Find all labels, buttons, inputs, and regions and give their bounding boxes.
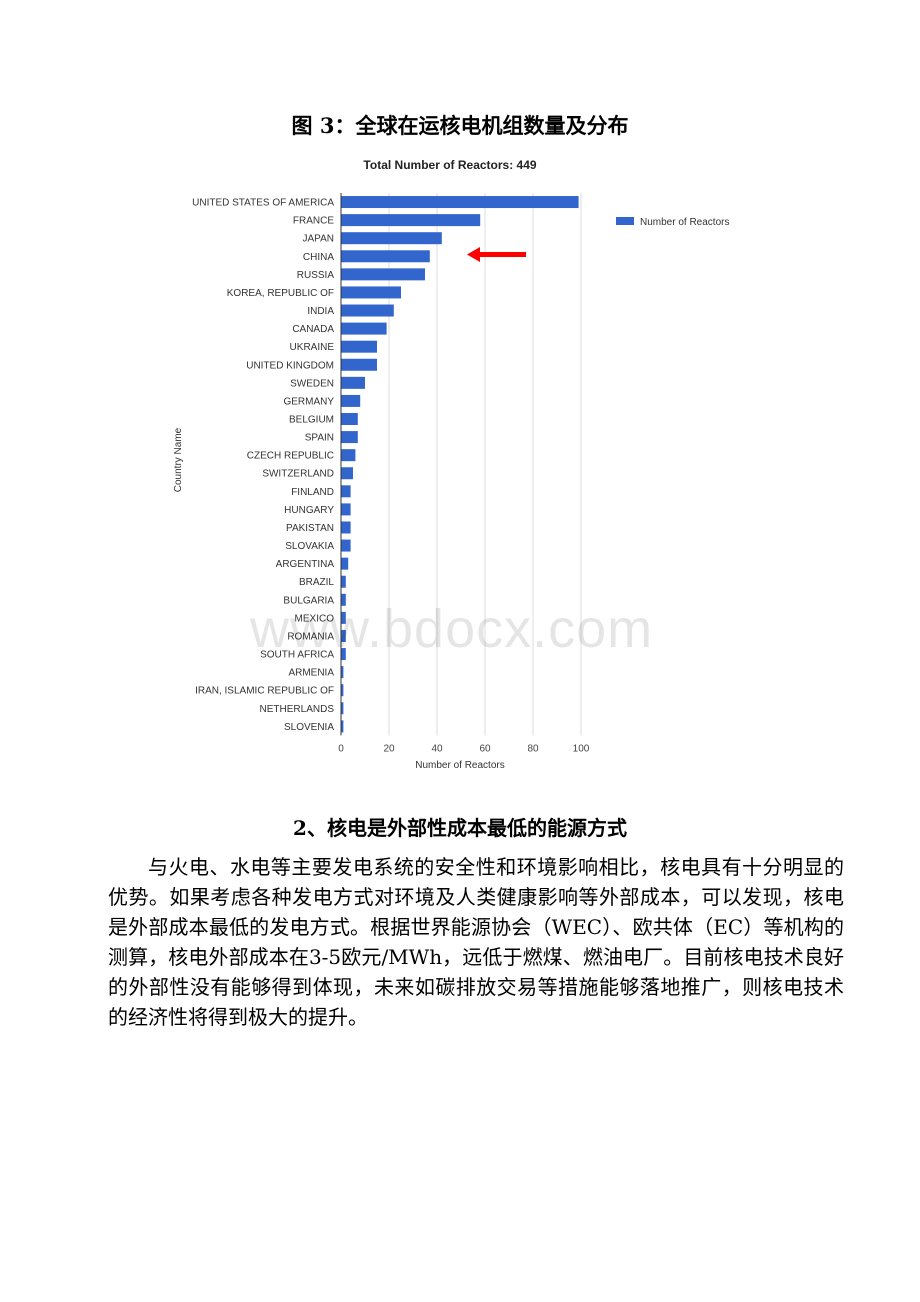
category-labels: UNITED STATES OF AMERICA FRANCE JAPAN CHINA…	[192, 198, 334, 733]
category-label: CHINA	[303, 252, 334, 263]
arrow-shaft	[475, 252, 526, 257]
category-label: BULGARIA	[283, 595, 334, 606]
category-label: SWITZERLAND	[262, 469, 334, 480]
x-tick-labels: 0 20 40 60 80 100	[338, 743, 590, 754]
figure-caption: 图 3：全球在运核电机组数量及分布	[291, 113, 629, 138]
category-label: CZECH REPUBLIC	[247, 451, 334, 462]
bar	[341, 539, 351, 552]
bar	[341, 358, 377, 371]
bar	[341, 503, 351, 516]
bar	[341, 485, 351, 498]
x-axis-title: Number of Reactors	[415, 760, 504, 771]
bar	[341, 394, 361, 407]
category-label: NETHERLANDS	[260, 704, 335, 715]
category-label: IRAN, ISLAMIC REPUBLIC OF	[195, 686, 334, 697]
category-label: SWEDEN	[290, 378, 334, 389]
bars	[341, 196, 579, 733]
category-label: FRANCE	[293, 216, 334, 227]
bar	[341, 196, 579, 209]
legend: Number of Reactors	[616, 217, 729, 228]
bar	[341, 322, 387, 335]
bar	[341, 413, 358, 425]
bar	[341, 629, 346, 642]
category-label: CANADA	[292, 324, 334, 335]
arrow-head	[467, 247, 480, 262]
x-tick-label: 80	[527, 743, 539, 754]
legend-swatch	[616, 217, 634, 225]
reactor-bar-chart: Total Number of Reactors: 449 UNITED STA…	[173, 158, 729, 771]
x-tick-label: 100	[573, 743, 590, 754]
bar	[341, 268, 425, 281]
category-label: HUNGARY	[284, 505, 334, 516]
category-label: GERMANY	[283, 396, 334, 407]
category-label: UNITED STATES OF AMERICA	[192, 198, 334, 209]
bar	[341, 304, 394, 317]
y-axis-title: Country Name	[173, 427, 184, 492]
category-label: SPAIN	[305, 433, 334, 444]
bar	[341, 611, 346, 624]
category-label: FINLAND	[291, 487, 334, 498]
red-arrow-annotation	[467, 247, 526, 262]
category-label: ARMENIA	[288, 668, 334, 679]
bar	[341, 449, 356, 462]
category-label: ARGENTINA	[276, 559, 335, 570]
bar	[341, 376, 365, 389]
category-label: ROMANIA	[287, 631, 334, 642]
category-label: SOUTH AFRICA	[260, 650, 334, 661]
category-label: KOREA, REPUBLIC OF	[227, 288, 334, 299]
bar	[341, 467, 353, 480]
category-label: JAPAN	[303, 234, 335, 245]
bar	[341, 521, 351, 534]
category-label: UNITED KINGDOM	[246, 360, 334, 371]
bar	[341, 648, 346, 661]
category-label: SLOVENIA	[284, 722, 334, 733]
body-paragraph: 与火电、水电等主要发电系统的安全性和环境影响相比，核电具有十分明显的优势。如果考…	[108, 855, 844, 1029]
x-tick-label: 60	[479, 743, 491, 754]
bar	[341, 340, 377, 353]
category-label: MEXICO	[295, 613, 335, 624]
category-label: INDIA	[307, 306, 334, 317]
bar	[341, 593, 346, 606]
chart-title: Total Number of Reactors: 449	[363, 158, 536, 172]
category-label: BRAZIL	[299, 577, 334, 588]
x-tick-label: 40	[431, 743, 443, 754]
bar	[341, 557, 349, 570]
legend-label: Number of Reactors	[640, 217, 729, 228]
category-label: PAKISTAN	[286, 523, 334, 534]
bar	[341, 214, 481, 227]
bar	[341, 286, 401, 299]
bar	[341, 250, 430, 263]
x-tick-label: 20	[383, 743, 395, 754]
bar	[341, 431, 358, 444]
x-tick-label: 0	[338, 743, 344, 754]
category-label: BELGIUM	[289, 415, 334, 426]
section-heading: 2、核电是外部性成本最低的能源方式	[293, 816, 627, 840]
category-label: RUSSIA	[297, 270, 335, 281]
category-label: UKRAINE	[290, 342, 335, 353]
bar	[341, 575, 346, 588]
bar	[341, 232, 442, 245]
category-label: SLOVAKIA	[285, 541, 334, 552]
